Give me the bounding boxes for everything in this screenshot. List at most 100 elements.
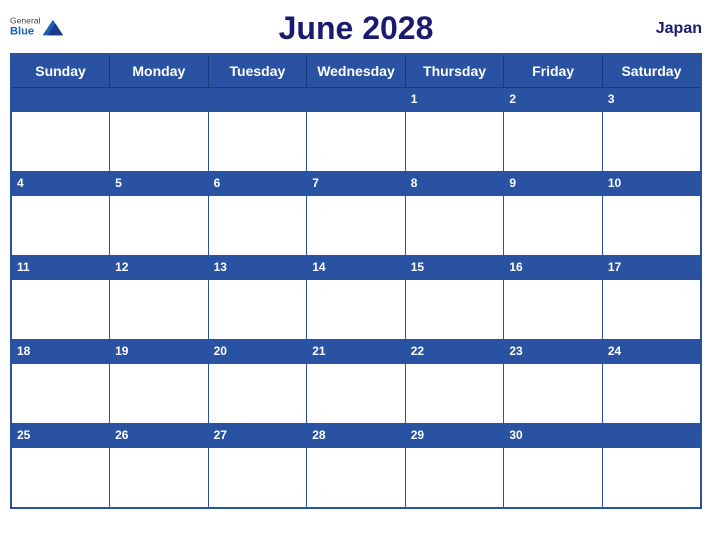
week-5-day-4-content — [307, 448, 406, 508]
week-5-day-6-header: 30 — [504, 424, 603, 448]
week-1-day-6-header: 2 — [504, 88, 603, 112]
week-3-day-2-content — [110, 280, 209, 340]
day-number-12: 12 — [115, 260, 128, 274]
week-3-day-5-content — [405, 280, 504, 340]
day-number-21: 21 — [312, 344, 325, 358]
week-4-day-2-header: 19 — [110, 340, 209, 364]
week-2-content-row — [11, 196, 701, 256]
week-1-day-5-header: 1 — [405, 88, 504, 112]
week-4-day-3-content — [208, 364, 307, 424]
week-5-day-1-header: 25 — [11, 424, 110, 448]
day-number-14: 14 — [312, 260, 325, 274]
day-number-13: 13 — [214, 260, 227, 274]
week-4-day-2-content — [110, 364, 209, 424]
day-number-20: 20 — [214, 344, 227, 358]
week-2-day-4-header: 7 — [307, 172, 406, 196]
week-4-day-1-header: 18 — [11, 340, 110, 364]
day-number-3: 3 — [608, 92, 615, 106]
week-1-day-4-content — [307, 112, 406, 172]
day-number-24: 24 — [608, 344, 621, 358]
week-5-date-row: 25 26 27 28 29 30 — [11, 424, 701, 448]
day-number-7: 7 — [312, 176, 319, 190]
day-number-10: 10 — [608, 176, 621, 190]
day-number-17: 17 — [608, 260, 621, 274]
day-number-8: 8 — [411, 176, 418, 190]
week-2-day-2-content — [110, 196, 209, 256]
day-number-29: 29 — [411, 428, 424, 442]
day-number-25: 25 — [17, 428, 30, 442]
week-3-day-3-header: 13 — [208, 256, 307, 280]
day-number-1: 1 — [411, 92, 418, 106]
week-4-day-5-content — [405, 364, 504, 424]
week-2-day-1-header: 4 — [11, 172, 110, 196]
week-4-day-3-header: 20 — [208, 340, 307, 364]
day-number-30: 30 — [509, 428, 522, 442]
week-2-day-4-content — [307, 196, 406, 256]
week-2-day-5-content — [405, 196, 504, 256]
page-header: General Blue June 2028 Japan — [10, 10, 702, 47]
week-1-day-1-header — [11, 88, 110, 112]
day-number-27: 27 — [214, 428, 227, 442]
week-3-day-4-header: 14 — [307, 256, 406, 280]
svg-text:Blue: Blue — [10, 25, 34, 37]
generalblue-logo: General Blue — [10, 11, 70, 46]
week-1-day-1-content — [11, 112, 110, 172]
week-4-day-6-header: 23 — [504, 340, 603, 364]
week-3-day-2-header: 12 — [110, 256, 209, 280]
week-2-day-6-header: 9 — [504, 172, 603, 196]
week-2-day-3-header: 6 — [208, 172, 307, 196]
week-1-day-4-header — [307, 88, 406, 112]
week-1-day-3-content — [208, 112, 307, 172]
week-4-content-row — [11, 364, 701, 424]
day-number-22: 22 — [411, 344, 424, 358]
header-monday: Monday — [110, 54, 209, 88]
week-1-day-7-header: 3 — [602, 88, 701, 112]
week-5-day-3-header: 27 — [208, 424, 307, 448]
week-4-day-4-header: 21 — [307, 340, 406, 364]
week-2-day-3-content — [208, 196, 307, 256]
calendar-title: June 2028 — [279, 10, 434, 47]
week-2-day-5-header: 8 — [405, 172, 504, 196]
week-3-day-7-content — [602, 280, 701, 340]
header-wednesday: Wednesday — [307, 54, 406, 88]
week-1-day-2-content — [110, 112, 209, 172]
week-5-day-2-header: 26 — [110, 424, 209, 448]
week-1-day-2-header — [110, 88, 209, 112]
week-3-day-3-content — [208, 280, 307, 340]
weekday-header-row: Sunday Monday Tuesday Wednesday Thursday… — [11, 54, 701, 88]
week-4-day-7-header: 24 — [602, 340, 701, 364]
day-number-15: 15 — [411, 260, 424, 274]
week-3-day-6-header: 16 — [504, 256, 603, 280]
week-4-day-7-content — [602, 364, 701, 424]
week-3-day-1-content — [11, 280, 110, 340]
week-3-day-4-content — [307, 280, 406, 340]
day-number-6: 6 — [214, 176, 221, 190]
header-sunday: Sunday — [11, 54, 110, 88]
week-5-content-row — [11, 448, 701, 508]
day-number-18: 18 — [17, 344, 30, 358]
day-number-28: 28 — [312, 428, 325, 442]
week-3-day-1-header: 11 — [11, 256, 110, 280]
day-number-2: 2 — [509, 92, 516, 106]
week-2-day-1-content — [11, 196, 110, 256]
week-2-date-row: 4 56 7 8 9 10 — [11, 172, 701, 196]
day-number-9: 9 — [509, 176, 516, 190]
week-1-day-6-content — [504, 112, 603, 172]
day-number-16: 16 — [509, 260, 522, 274]
week-4-day-5-header: 22 — [405, 340, 504, 364]
week-5-day-3-content — [208, 448, 307, 508]
week-1-date-row: 1 2 3 — [11, 88, 701, 112]
day-number-23: 23 — [509, 344, 522, 358]
week-3-day-7-header: 17 — [602, 256, 701, 280]
week-2-day-2-header: 5 — [110, 172, 209, 196]
week-5-day-2-content — [110, 448, 209, 508]
week-3-content-row — [11, 280, 701, 340]
week-4-day-4-content — [307, 364, 406, 424]
calendar-table: Sunday Monday Tuesday Wednesday Thursday… — [10, 53, 702, 509]
header-friday: Friday — [504, 54, 603, 88]
header-tuesday: Tuesday — [208, 54, 307, 88]
week-2-day-7-content — [602, 196, 701, 256]
day-number-4: 4 — [17, 176, 24, 190]
week-5-day-6-content — [504, 448, 603, 508]
week-5-day-4-header: 28 — [307, 424, 406, 448]
